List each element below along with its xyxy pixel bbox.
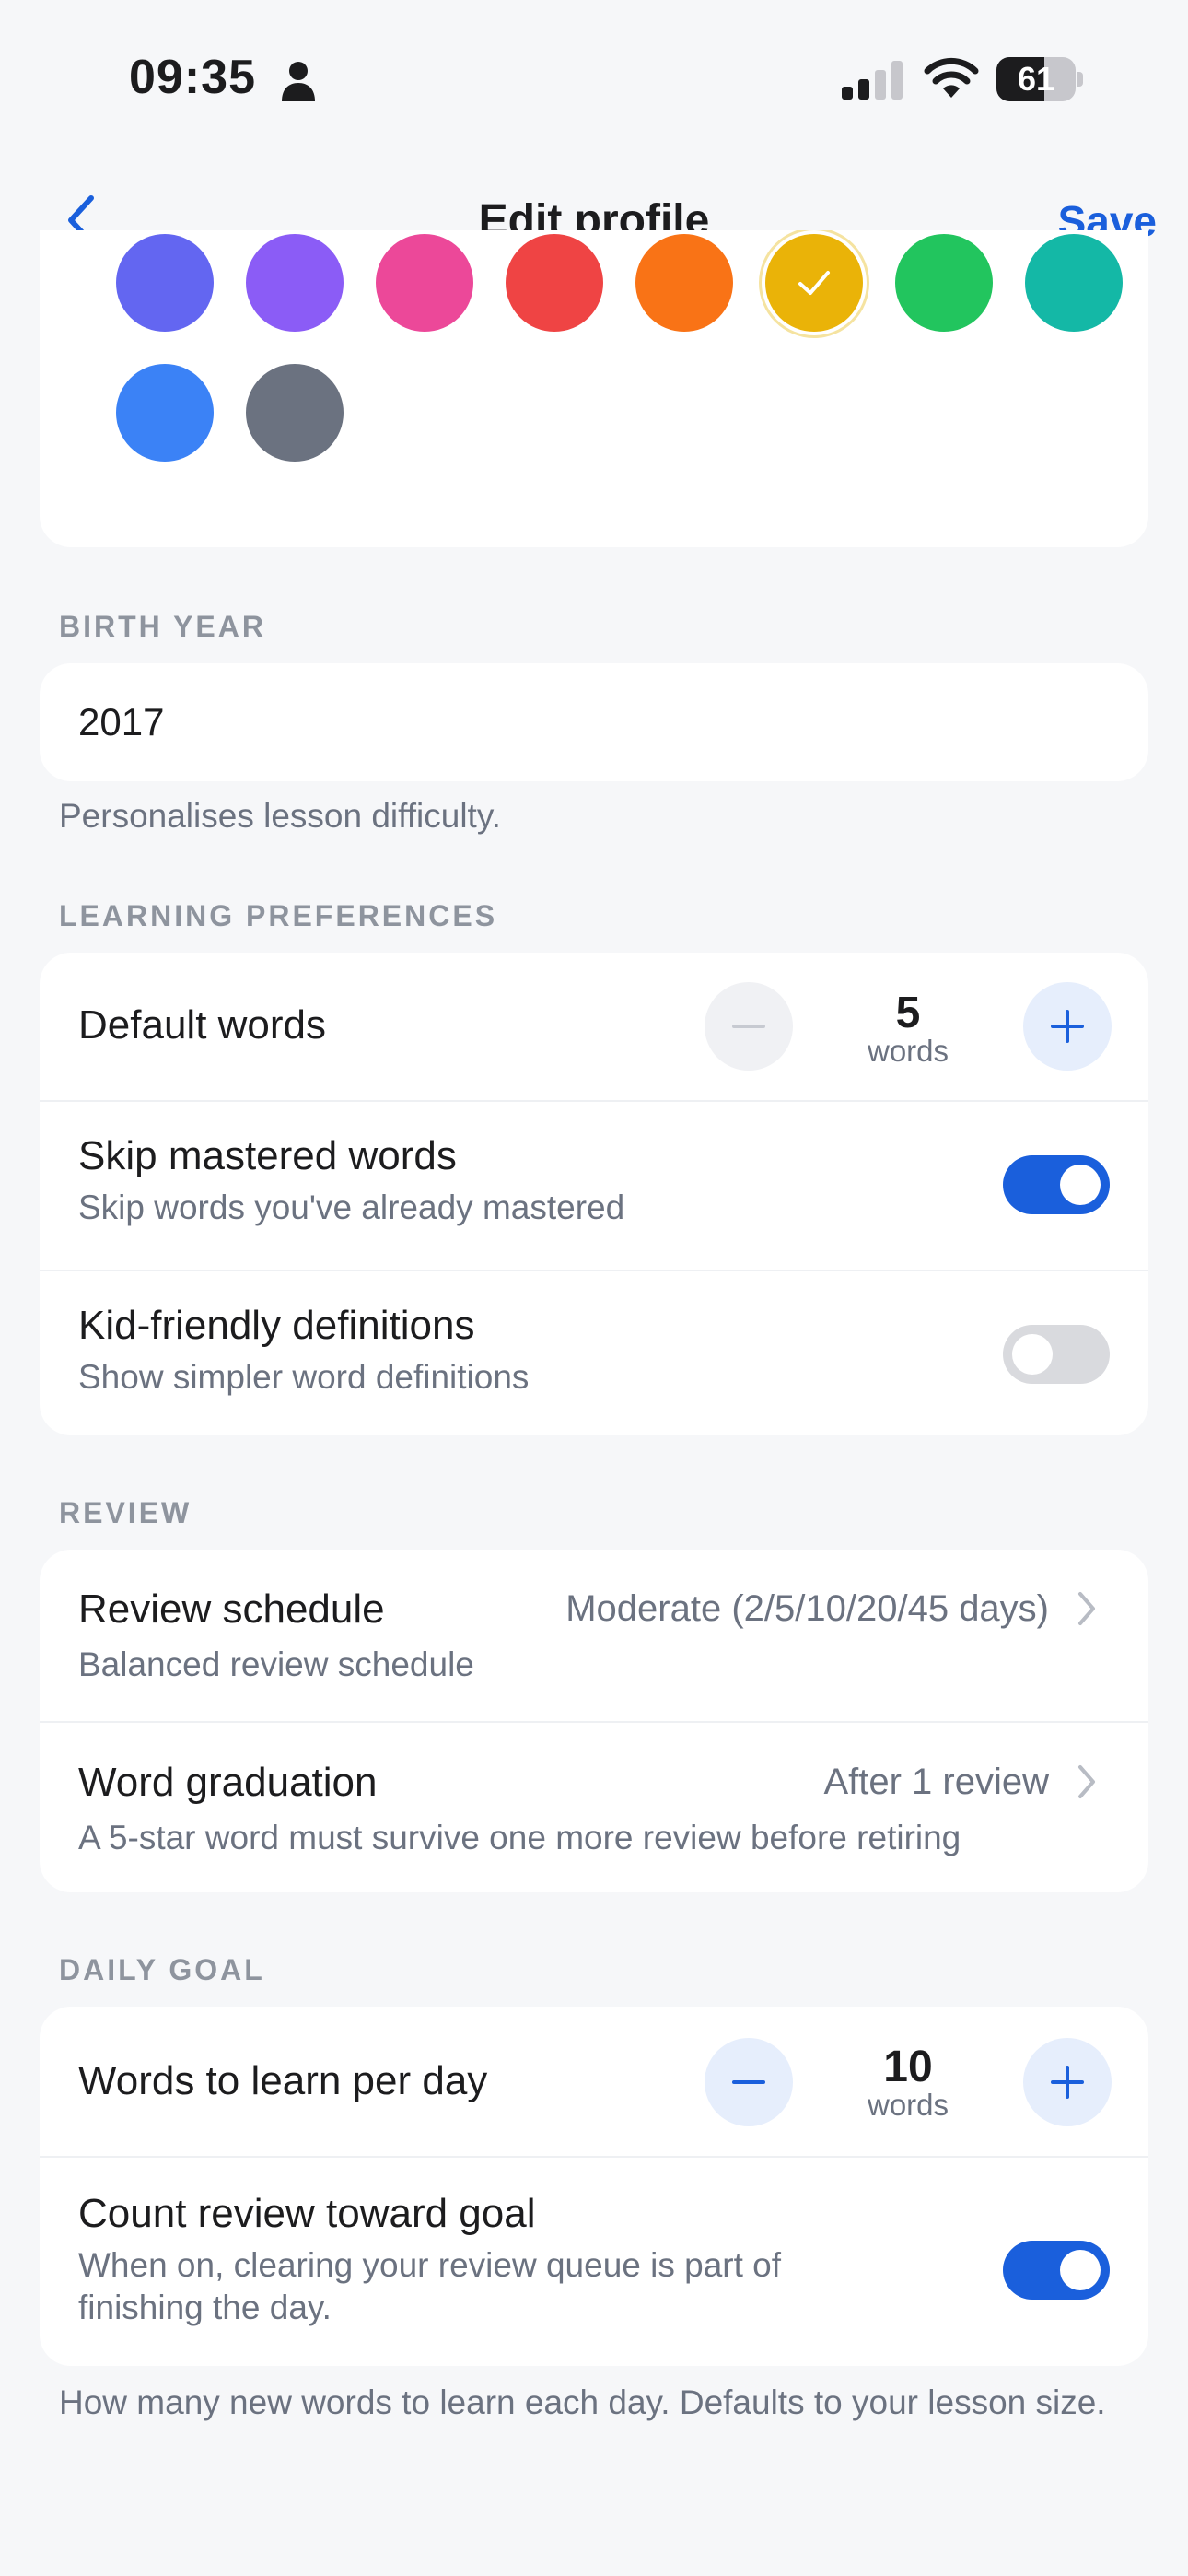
color-swatch[interactable]	[116, 234, 214, 332]
status-time: 09:35	[129, 51, 256, 104]
color-swatch[interactable]	[246, 234, 344, 332]
words-per-day-row: Words to learn per day 10 words	[40, 2007, 1148, 2156]
checkmark-icon	[798, 271, 830, 295]
color-swatch[interactable]	[765, 234, 863, 332]
avatar-color-picker	[40, 230, 1148, 547]
words-per-day-decrement-button[interactable]	[705, 2038, 793, 2126]
color-swatch[interactable]	[116, 364, 214, 462]
edit-profile-screen: 09:35 61 Edit profile Save BIRTH YEAR 20…	[0, 0, 1188, 2576]
word-graduation-value: After 1 review	[823, 1762, 1049, 1802]
skip-mastered-row: Skip mastered words Skip words you've al…	[40, 1102, 1148, 1270]
word-graduation-label: Word graduation	[78, 1760, 378, 1805]
word-graduation-row[interactable]: Word graduation After 1 review A 5-star …	[40, 1723, 1148, 1892]
review-schedule-row[interactable]: Review schedule Moderate (2/5/10/20/45 d…	[40, 1550, 1148, 1721]
default-words-unit: words	[867, 1034, 949, 1068]
count-review-description: When on, clearing your review queue is p…	[78, 2246, 782, 2326]
color-swatch[interactable]	[1025, 234, 1123, 332]
signal-icon	[842, 61, 903, 100]
birth-year-input[interactable]	[78, 663, 1091, 781]
wifi-icon	[924, 57, 979, 98]
review-schedule-label: Review schedule	[78, 1587, 385, 1632]
kid-friendly-row: Kid-friendly definitions Show simpler wo…	[40, 1271, 1148, 1435]
birth-year-section-label: BIRTH YEAR	[59, 610, 266, 643]
minus-icon	[732, 1025, 765, 1028]
skip-mastered-label: Skip mastered words	[78, 1133, 457, 1178]
color-swatch[interactable]	[376, 234, 473, 332]
kid-friendly-toggle[interactable]	[1003, 1325, 1110, 1384]
review-section-label: REVIEW	[59, 1496, 192, 1529]
color-swatch[interactable]	[895, 234, 993, 332]
default-words-value: 5	[895, 989, 921, 1037]
plus-icon	[1051, 2066, 1084, 2099]
skip-mastered-toggle[interactable]	[1003, 1155, 1110, 1214]
kid-friendly-description: Show simpler word definitions	[78, 1358, 530, 1396]
chevron-right-icon	[1078, 1592, 1095, 1625]
words-per-day-label: Words to learn per day	[78, 2058, 488, 2103]
count-review-label: Count review toward goal	[78, 2191, 536, 2236]
battery-indicator: 61	[996, 57, 1083, 101]
color-swatch[interactable]	[506, 234, 603, 332]
review-schedule-value: Moderate (2/5/10/20/45 days)	[565, 1588, 1049, 1629]
review-card: Review schedule Moderate (2/5/10/20/45 d…	[40, 1550, 1148, 1892]
default-words-increment-button[interactable]	[1023, 982, 1112, 1071]
default-words-label: Default words	[78, 1002, 327, 1048]
learning-preferences-card: Default words 5 words Skip mastered word…	[40, 953, 1148, 1435]
birth-year-card	[40, 663, 1148, 781]
daily-goal-card: Words to learn per day 10 words Count re…	[40, 2007, 1148, 2366]
skip-mastered-description: Skip words you've already mastered	[78, 1188, 625, 1226]
chevron-right-icon	[1078, 1765, 1095, 1798]
default-words-decrement-button[interactable]	[705, 982, 793, 1071]
color-swatch[interactable]	[635, 234, 733, 332]
default-words-row: Default words 5 words	[40, 953, 1148, 1100]
count-review-toggle[interactable]	[1003, 2241, 1110, 2300]
words-per-day-value: 10	[883, 2043, 933, 2091]
color-swatch[interactable]	[246, 364, 344, 462]
word-graduation-description: A 5-star word must survive one more revi…	[78, 1819, 961, 1856]
kid-friendly-label: Kid-friendly definitions	[78, 1303, 475, 1348]
words-per-day-increment-button[interactable]	[1023, 2038, 1112, 2126]
daily-goal-section-label: DAILY GOAL	[59, 1953, 265, 1986]
daily-goal-helper: How many new words to learn each day. De…	[59, 2383, 1106, 2421]
learning-section-label: LEARNING PREFERENCES	[59, 899, 498, 932]
status-bar: 09:35 61	[0, 0, 1188, 157]
battery-percent: 61	[1017, 60, 1055, 98]
minus-icon	[732, 2080, 765, 2084]
plus-icon	[1051, 1010, 1084, 1043]
person-icon	[282, 62, 315, 101]
words-per-day-unit: words	[867, 2088, 949, 2122]
count-review-row: Count review toward goal When on, cleari…	[40, 2158, 1148, 2366]
birth-year-helper: Personalises lesson difficulty.	[59, 797, 501, 835]
review-schedule-description: Balanced review schedule	[78, 1645, 474, 1683]
